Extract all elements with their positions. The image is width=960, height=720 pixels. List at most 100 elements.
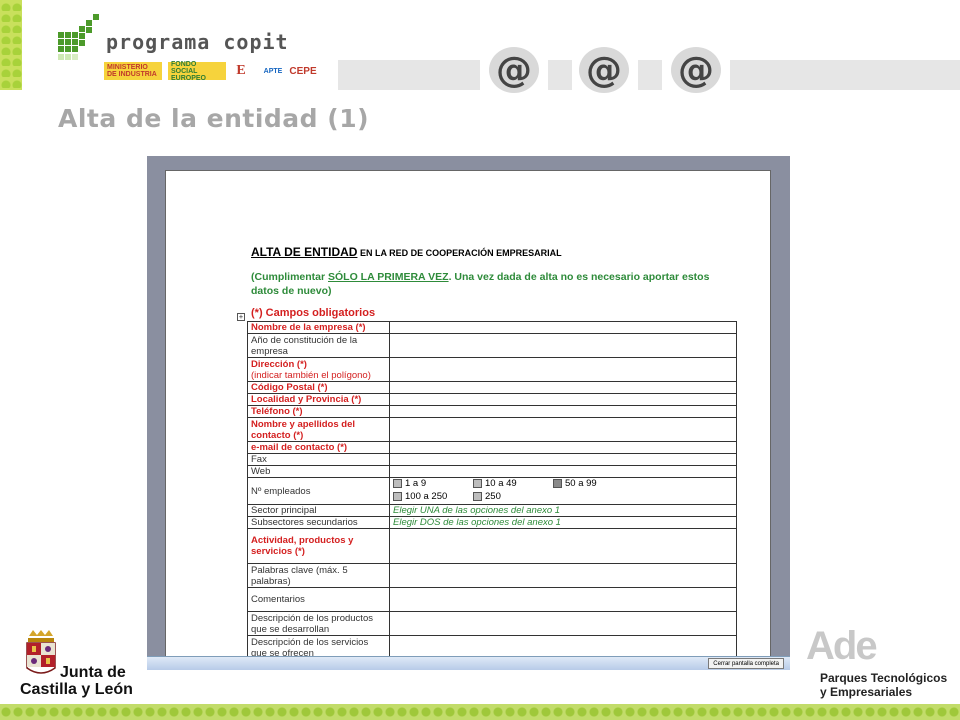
field-label: Palabras clave (máx. 5 palabras) (247, 563, 390, 588)
employee-option[interactable]: 100 a 250 (393, 491, 473, 502)
table-row: e-mail de contacto (*) (247, 441, 737, 454)
table-row: Comentarios (247, 587, 737, 612)
field-value-cell[interactable] (389, 357, 737, 382)
required-fields-label: (*) Campos obligatorios (251, 307, 376, 319)
at-sign-icon: @ (489, 47, 539, 93)
field-label: Localidad y Provincia (*) (247, 393, 390, 406)
document-page[interactable]: ALTA DE ENTIDAD EN LA RED DE COOPERACIÓN… (165, 170, 771, 660)
ade-tag-line1: Parques Tecnológicos (820, 671, 948, 685)
checkbox[interactable] (473, 479, 482, 488)
field-label: Año de constitución de la empresa (247, 333, 390, 358)
svg-text:@: @ (586, 50, 622, 91)
registration-form-table: Nombre de la empresa (*) Año de constitu… (247, 321, 737, 659)
svg-text:@: @ (678, 50, 714, 91)
checkbox[interactable] (393, 492, 402, 501)
field-value-cell[interactable] (389, 405, 737, 418)
sponsor-logos: MINISTERIO DE INDUSTRIA FONDO SOCIAL EUR… (104, 61, 317, 82)
table-row: Palabras clave (máx. 5 palabras) (247, 563, 737, 588)
table-row: Fax (247, 453, 737, 466)
field-label-cell: Dirección (*) (indicar también el polígo… (247, 357, 390, 382)
heading-rest: EN LA RED DE COOPERACIÓN EMPRESARIAL (357, 248, 562, 258)
table-row: Web (247, 465, 737, 478)
option-label: 10 a 49 (485, 478, 517, 489)
field-label: Nº empleados (247, 477, 390, 505)
esf-logo: FONDO SOCIAL EUROPEO (168, 61, 226, 82)
field-hint[interactable]: Elegir DOS de las opciones del anexo 1 (389, 516, 737, 529)
field-value-cell[interactable] (389, 465, 737, 478)
field-value-cell[interactable] (389, 393, 737, 406)
table-row: Año de constitución de la empresa (247, 333, 737, 358)
at-sign-icon: @ (579, 47, 629, 93)
document-heading: ALTA DE ENTIDAD EN LA RED DE COOPERACIÓN… (251, 245, 562, 259)
field-label: Dirección (*) (251, 358, 307, 370)
jcyl-logo-text: Junta de Castilla y León (20, 664, 133, 698)
decorative-green-strip (0, 0, 22, 90)
field-label: Nombre y apellidos del contacto (*) (247, 417, 390, 442)
header-grey-bar (638, 60, 662, 90)
field-label: Nombre de la empresa (*) (247, 321, 390, 334)
field-label: Descripción de los productos que se desa… (247, 611, 390, 636)
option-label: 250 (485, 491, 501, 502)
employee-option[interactable]: 10 a 49 (473, 478, 553, 489)
table-row: Nombre y apellidos del contacto (*) (247, 417, 737, 442)
field-value-cell[interactable] (389, 587, 737, 612)
field-label: Teléfono (*) (247, 405, 390, 418)
field-value-cell[interactable] (389, 611, 737, 636)
table-row: Nº empleados 1 a 9 10 a 49 50 a 99 100 a 2… (247, 477, 737, 505)
at-sign-icon: @ (671, 47, 721, 93)
table-row: Dirección (*) (indicar también el polígo… (247, 357, 737, 382)
ade-tag-line2: y Empresariales (820, 685, 913, 699)
field-label: Web (247, 465, 390, 478)
field-value-cell[interactable] (389, 333, 737, 358)
header-grey-bar (338, 60, 480, 90)
eoi-logo: E (236, 63, 246, 78)
svg-text:@: @ (496, 50, 532, 91)
ade-logo: Ade (806, 624, 878, 668)
table-row: Teléfono (*) (247, 405, 737, 418)
table-row: Subsectores secundarios Elegir DOS de la… (247, 516, 737, 529)
jcyl-line1: Junta de (60, 664, 126, 681)
table-row: Localidad y Provincia (*) (247, 393, 737, 406)
employee-option[interactable]: 1 a 9 (393, 478, 473, 489)
table-row: Código Postal (*) (247, 381, 737, 394)
field-value-cell[interactable] (389, 417, 737, 442)
field-label: Comentarios (247, 587, 390, 612)
field-label: Subsectores secundarios (247, 516, 390, 529)
field-value-cell[interactable] (389, 528, 737, 564)
employee-options-cell: 1 a 9 10 a 49 50 a 99 100 a 250 250 (389, 477, 737, 505)
field-label: e-mail de contacto (*) (247, 441, 390, 454)
header-grey-bar (548, 60, 572, 90)
header-grey-bar (730, 60, 960, 90)
checkbox[interactable] (473, 492, 482, 501)
field-value-cell[interactable] (389, 453, 737, 466)
field-sublabel: (indicar también el polígono) (251, 369, 371, 381)
viewer-taskbar: Cerrar pantalla completa (147, 656, 790, 670)
page-title: Alta de la entidad (1) (58, 104, 370, 133)
option-label: 50 a 99 (565, 478, 597, 489)
field-value-cell[interactable] (389, 563, 737, 588)
employee-option[interactable]: 250 (473, 491, 553, 502)
close-fullscreen-button[interactable]: Cerrar pantalla completa (708, 658, 784, 669)
table-row: Actividad, productos y servicios (*) (247, 528, 737, 564)
checkbox[interactable] (393, 479, 402, 488)
employee-option[interactable]: 50 a 99 (553, 478, 633, 489)
note-underlined: SÓLO LA PRIMERA VEZ (328, 271, 449, 283)
table-row: Descripción de los productos que se desa… (247, 611, 737, 636)
decorative-green-footer (0, 704, 960, 720)
table-expand-icon[interactable]: + (237, 313, 245, 321)
field-value-cell[interactable] (389, 321, 737, 334)
field-hint[interactable]: Elegir UNA de las opciones del anexo 1 (389, 504, 737, 517)
document-note: (Cumplimentar SÓLO LA PRIMERA VEZ. Una v… (251, 270, 721, 298)
checkbox[interactable] (553, 479, 562, 488)
ade-tagline: Parques Tecnológicos y Empresariales (820, 671, 947, 699)
table-row: Nombre de la empresa (*) (247, 321, 737, 334)
field-value-cell[interactable] (389, 381, 737, 394)
field-label: Actividad, productos y servicios (*) (247, 528, 390, 564)
field-label: Sector principal (247, 504, 390, 517)
option-label: 100 a 250 (405, 491, 448, 502)
document-viewer[interactable]: ALTA DE ENTIDAD EN LA RED DE COOPERACIÓN… (147, 156, 790, 670)
table-row: Sector principal Elegir UNA de las opcio… (247, 504, 737, 517)
heading-main: ALTA DE ENTIDAD (251, 245, 358, 259)
field-value-cell[interactable] (389, 441, 737, 454)
field-label: Fax (247, 453, 390, 466)
